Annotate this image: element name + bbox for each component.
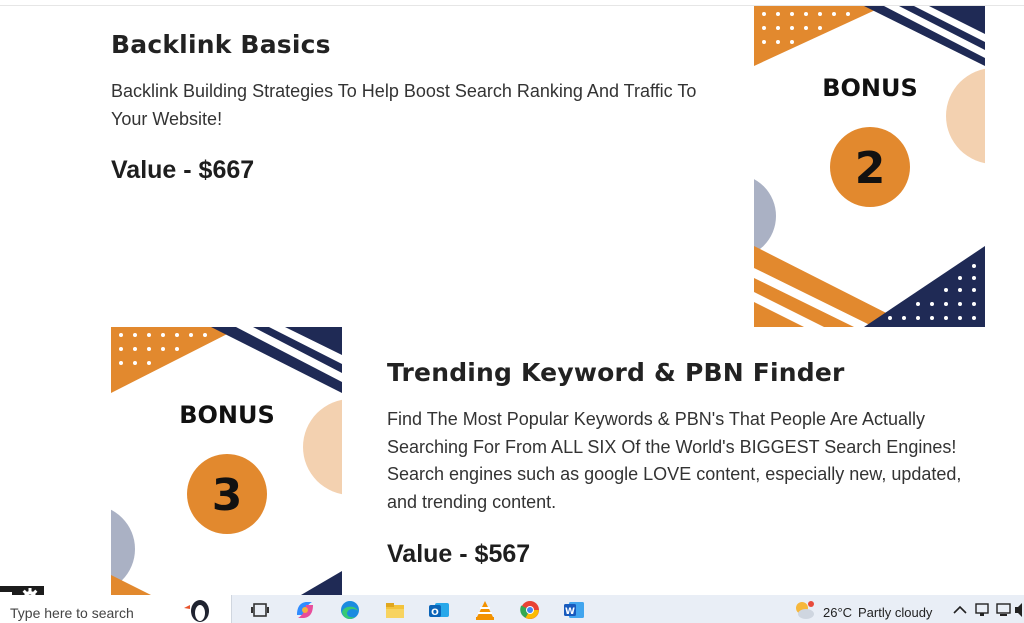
task-view-icon[interactable] [247, 599, 273, 621]
svg-text:2: 2 [855, 143, 886, 194]
bonus3-desc-line-3: Search engines such as google LOVE conte… [387, 464, 962, 484]
bonus2-title: Backlink Basics [111, 30, 331, 59]
bonus3-value: Value - $567 [387, 540, 531, 568]
puffin-icon [184, 600, 209, 622]
weather-partly-cloudy-icon[interactable] [792, 599, 818, 621]
edge-icon[interactable] [337, 599, 363, 621]
bonus2-card-label: BONUS [822, 74, 918, 102]
chevron-up-icon[interactable] [950, 599, 970, 621]
copilot-icon[interactable] [292, 599, 318, 621]
monitor-icon[interactable] [994, 599, 1014, 621]
bonus2-description: Backlink Building Strategies To Help Boo… [111, 78, 696, 133]
search-placeholder: Type here to search [10, 605, 134, 621]
file-explorer-icon[interactable] [382, 599, 408, 621]
bonus3-title: Trending Keyword & PBN Finder [387, 358, 845, 387]
outlook-icon[interactable]: O [426, 599, 452, 621]
svg-text:O: O [431, 608, 439, 618]
windows-taskbar: Type here to search O W 26°C Partly clou… [0, 595, 1024, 623]
bonus2-desc-line-2: Your Website! [111, 108, 223, 129]
word-icon[interactable]: W [561, 599, 587, 621]
svg-text:W: W [565, 607, 575, 617]
bonus3-cover-image: BONUS 3 [111, 327, 342, 595]
bonus2-cover-image: BONUS 2 [754, 6, 985, 327]
bonus3-description: Find The Most Popular Keywords & PBN's T… [387, 406, 961, 516]
bonus3-card-label: BONUS [179, 401, 275, 429]
svg-text:3: 3 [212, 470, 243, 521]
network-icon[interactable] [972, 599, 992, 621]
bonus2-value: Value - $667 [111, 156, 255, 184]
weather-temperature: 26°C [823, 605, 853, 620]
bonus3-desc-line-1: Find The Most Popular Keywords & PBN's T… [387, 409, 926, 429]
taskbar-search-input[interactable]: Type here to search [0, 595, 232, 623]
bonus3-desc-line-2: Searching For From ALL SIX Of the World'… [387, 436, 957, 457]
bonus2-desc-line-1: Backlink Building Strategies To Help Boo… [111, 81, 697, 101]
bonus3-desc-line-4: and trending content. [387, 491, 557, 512]
vlc-icon[interactable] [472, 599, 498, 621]
weather-description: Partly cloudy [858, 605, 933, 620]
speaker-icon[interactable] [1014, 599, 1024, 621]
chrome-icon[interactable] [517, 599, 543, 621]
